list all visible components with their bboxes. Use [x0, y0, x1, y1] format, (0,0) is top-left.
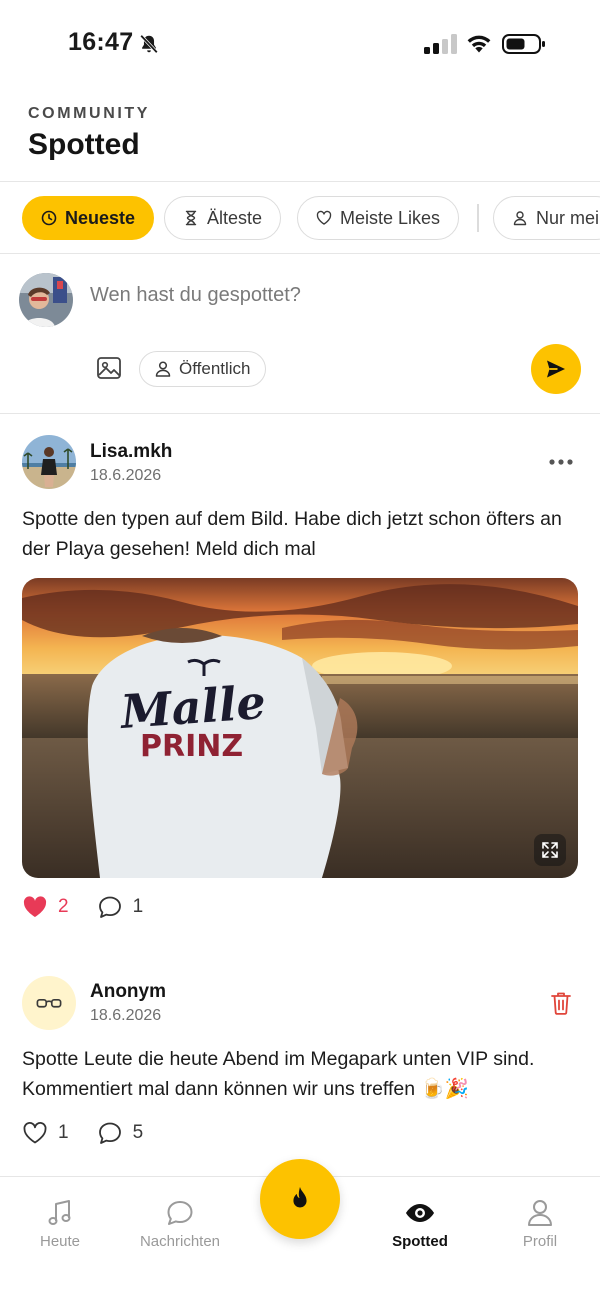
battery-icon	[502, 34, 545, 54]
heart-outline-icon	[316, 210, 332, 225]
post-actions: 2 1	[22, 894, 143, 920]
like-count: 2	[58, 896, 69, 917]
nav-label: Heute	[39, 1233, 81, 1250]
visibility-label: Öffentlich	[179, 359, 251, 378]
filter-chip-most-likes[interactable]: Meiste Likes	[297, 196, 460, 240]
filter-chip-oldest[interactable]: Älteste	[164, 196, 282, 240]
send-button[interactable]	[531, 344, 581, 394]
comment-count: 5	[132, 1122, 144, 1143]
post-photo[interactable]: Malle PRINZ	[22, 578, 578, 878]
post-date: 18.6.2026	[90, 467, 162, 484]
post-author: Anonym	[90, 981, 166, 1002]
post-date: 18.6.2026	[90, 1007, 162, 1024]
spot-input[interactable]: Wen hast du gespottet?	[90, 284, 301, 307]
post-actions: 1 5	[22, 1120, 143, 1146]
eye-icon	[406, 1204, 434, 1222]
comment-icon	[98, 1122, 121, 1144]
image-attach-icon[interactable]	[95, 354, 123, 382]
nav-item-spotted[interactable]: Spotted	[360, 1197, 480, 1250]
more-options-icon[interactable]	[548, 452, 574, 472]
nav-item-profil[interactable]: Profil	[480, 1197, 600, 1250]
filter-chip-label: Neueste	[65, 207, 136, 228]
music-note-icon	[48, 1200, 71, 1225]
nav-label: Spotted	[392, 1233, 448, 1250]
status-time: 16:47	[68, 28, 134, 56]
nav-label: Nachrichten	[139, 1233, 221, 1250]
section-kicker: COMMUNITY	[28, 105, 151, 122]
filter-chip-label: Älteste	[207, 207, 263, 228]
nav-label: Profil	[522, 1233, 558, 1250]
filter-chip-label: Nur mei	[536, 207, 600, 228]
comment-count: 1	[132, 896, 144, 917]
avatar[interactable]	[22, 435, 76, 489]
hourglass-icon	[185, 210, 197, 226]
filter-chip-label: Meiste Likes	[340, 207, 441, 228]
page-header: COMMUNITY Spotted	[0, 88, 600, 182]
glasses-icon	[36, 998, 62, 1008]
bottom-navigation: Heute Nachrichten Spotted Profil	[0, 1159, 600, 1304]
filter-chip-mine[interactable]: Nur mei	[493, 196, 600, 240]
like-count: 1	[58, 1122, 69, 1143]
post-text: Spotte Leute die heute Abend im Megapark…	[22, 1048, 535, 1100]
anonymous-avatar	[22, 976, 76, 1030]
post-author[interactable]: Lisa.mkh	[90, 441, 172, 463]
filter-divider	[477, 204, 479, 232]
send-icon	[547, 360, 565, 378]
like-button[interactable]: 1	[22, 1120, 69, 1146]
person-icon	[155, 361, 171, 377]
filter-chip-newest[interactable]: Neueste	[22, 196, 155, 240]
avatar[interactable]	[19, 273, 73, 327]
flame-icon	[293, 1186, 307, 1208]
person-icon	[528, 1200, 552, 1226]
filter-bar: Neueste Älteste Meiste Likes Nur mei	[0, 182, 600, 254]
chat-bubble-icon	[167, 1201, 193, 1225]
status-bar: 16:47	[0, 0, 600, 88]
heart-filled-icon	[23, 896, 47, 917]
visibility-selector[interactable]: Öffentlich	[139, 351, 266, 387]
heart-outline-icon	[23, 1122, 47, 1144]
comment-button[interactable]: 5	[97, 1120, 144, 1146]
post-composer: Wen hast du gespottet? Öffentlich	[0, 254, 600, 414]
nav-item-heute[interactable]: Heute	[0, 1197, 120, 1250]
person-icon	[513, 211, 527, 226]
shirt-print-line-2: PRINZ	[140, 729, 243, 764]
post-text: Spotte den typen auf dem Bild. Habe dich…	[22, 508, 562, 560]
cellular-signal-icon	[424, 34, 457, 54]
like-button[interactable]: 2	[22, 894, 69, 920]
post-card: Lisa.mkh 18.6.2026 Spotte den typen auf …	[0, 414, 600, 954]
bell-muted-icon	[140, 34, 158, 54]
trash-icon[interactable]	[549, 990, 573, 1016]
comment-icon	[98, 896, 121, 918]
hot-feed-button[interactable]	[260, 1159, 340, 1239]
expand-icon	[542, 842, 558, 858]
expand-image-button[interactable]	[534, 834, 566, 866]
clock-icon	[41, 210, 57, 226]
nav-item-nachrichten[interactable]: Nachrichten	[120, 1197, 240, 1250]
post-card: Anonym 18.6.2026 Spotte Leute die heute …	[0, 954, 600, 1176]
page-title: Spotted	[28, 128, 140, 161]
wifi-icon	[467, 35, 491, 53]
comment-button[interactable]: 1	[97, 894, 144, 920]
